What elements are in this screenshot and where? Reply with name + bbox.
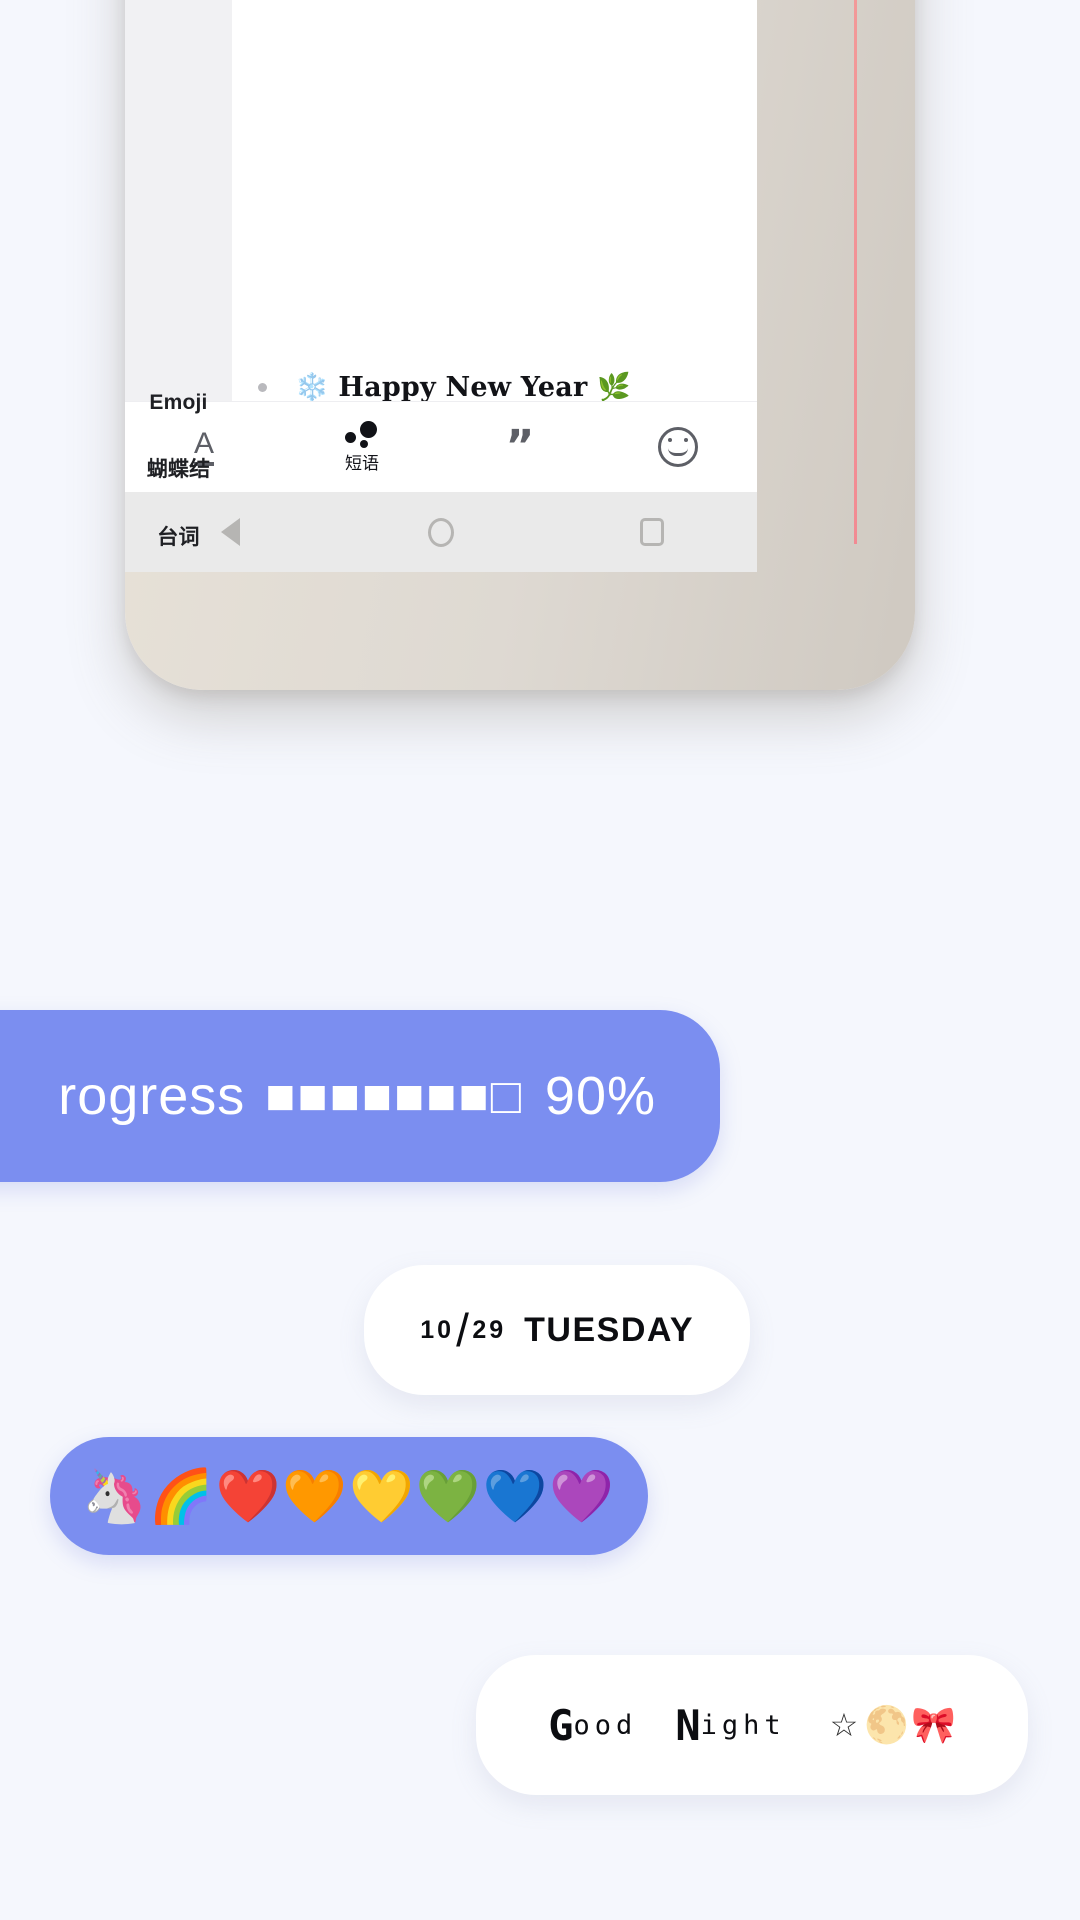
- keyboard-panel: Emoji 蝴蝶结 台词 ❄️ Happy New Year 🌿 Happy N…: [125, 0, 757, 572]
- chat-bubble-progress[interactable]: rogress ■■■■■■■□ 90%: [0, 1010, 720, 1182]
- goodnight-ood: ood: [573, 1709, 638, 1741]
- goodnight-ight: ight: [700, 1709, 786, 1741]
- phone-screen: Emoji 蝴蝶结 台词 ❄️ Happy New Year 🌿 Happy N…: [125, 0, 757, 572]
- toolbar-phrases-button[interactable]: 短语: [283, 402, 441, 492]
- sidebar-tab-emoji[interactable]: Emoji: [125, 372, 232, 434]
- toolbar-emoji-button[interactable]: [599, 402, 757, 492]
- nav-home-button[interactable]: [336, 517, 547, 547]
- home-circle-icon: [428, 517, 454, 547]
- keyboard-phrase-list[interactable]: ❄️ Happy New Year 🌿 Happy New Year ☺ HAP…: [232, 0, 757, 401]
- recents-square-icon: [639, 518, 664, 546]
- keyboard-category-sidebar[interactable]: Emoji 蝴蝶结 台词: [125, 0, 232, 549]
- bullet-icon: [258, 382, 267, 392]
- emoji-face-icon: [658, 427, 698, 467]
- progress-label: rogress: [58, 1066, 246, 1126]
- date-weekday: TUESDAY: [524, 1310, 694, 1349]
- date-slash: /: [456, 1304, 471, 1356]
- phrase-text: ❄️ Happy New Year 🌿: [295, 372, 631, 401]
- sidebar-tab-bowtie[interactable]: 蝴蝶结: [125, 434, 232, 502]
- bubble-tail: [660, 1375, 720, 1409]
- phone-side-accent-right: [854, 0, 857, 544]
- date-day: 29: [472, 1315, 507, 1344]
- keyboard-content: Emoji 蝴蝶结 台词 ❄️ Happy New Year 🌿 Happy N…: [125, 0, 757, 549]
- goodnight-decoration: ☆ 🌕🎀: [830, 1704, 958, 1746]
- progress-percent: 90%: [544, 1066, 656, 1126]
- emoji-sequence: 🦄🌈❤️🧡💛💚💙💜: [82, 1467, 616, 1526]
- goodnight-g: G: [548, 1700, 574, 1750]
- list-item[interactable]: ❄️ Happy New Year 🌿: [232, 350, 757, 401]
- chat-bubble-date[interactable]: 10/29 TUESDAY: [364, 1265, 750, 1409]
- progress-bar-glyphs: ■■■■■■■□: [265, 1068, 523, 1124]
- phone-mockup: Emoji 蝴蝶结 台词 ❄️ Happy New Year 🌿 Happy N…: [125, 0, 915, 690]
- phrases-dots-icon: [345, 420, 379, 448]
- toolbar-phrases-label: 短语: [345, 453, 379, 473]
- moon-bow-icon: 🌕🎀: [864, 1704, 958, 1745]
- goodnight-n: N: [675, 1700, 701, 1750]
- chat-bubble-goodnight[interactable]: Good Night ☆ 🌕🎀: [476, 1655, 1028, 1795]
- bubble-tail: [68, 1537, 124, 1569]
- chat-bubble-emoji[interactable]: 🦄🌈❤️🧡💛💚💙💜: [50, 1437, 648, 1569]
- sidebar-tab-lines[interactable]: 台词: [125, 502, 232, 570]
- nav-recents-button[interactable]: [546, 518, 757, 546]
- toolbar-quote-button[interactable]: ”: [441, 402, 599, 492]
- quote-icon: ”: [505, 420, 535, 472]
- star-outline-icon: ☆: [829, 1707, 861, 1743]
- date-month: 10: [420, 1315, 455, 1344]
